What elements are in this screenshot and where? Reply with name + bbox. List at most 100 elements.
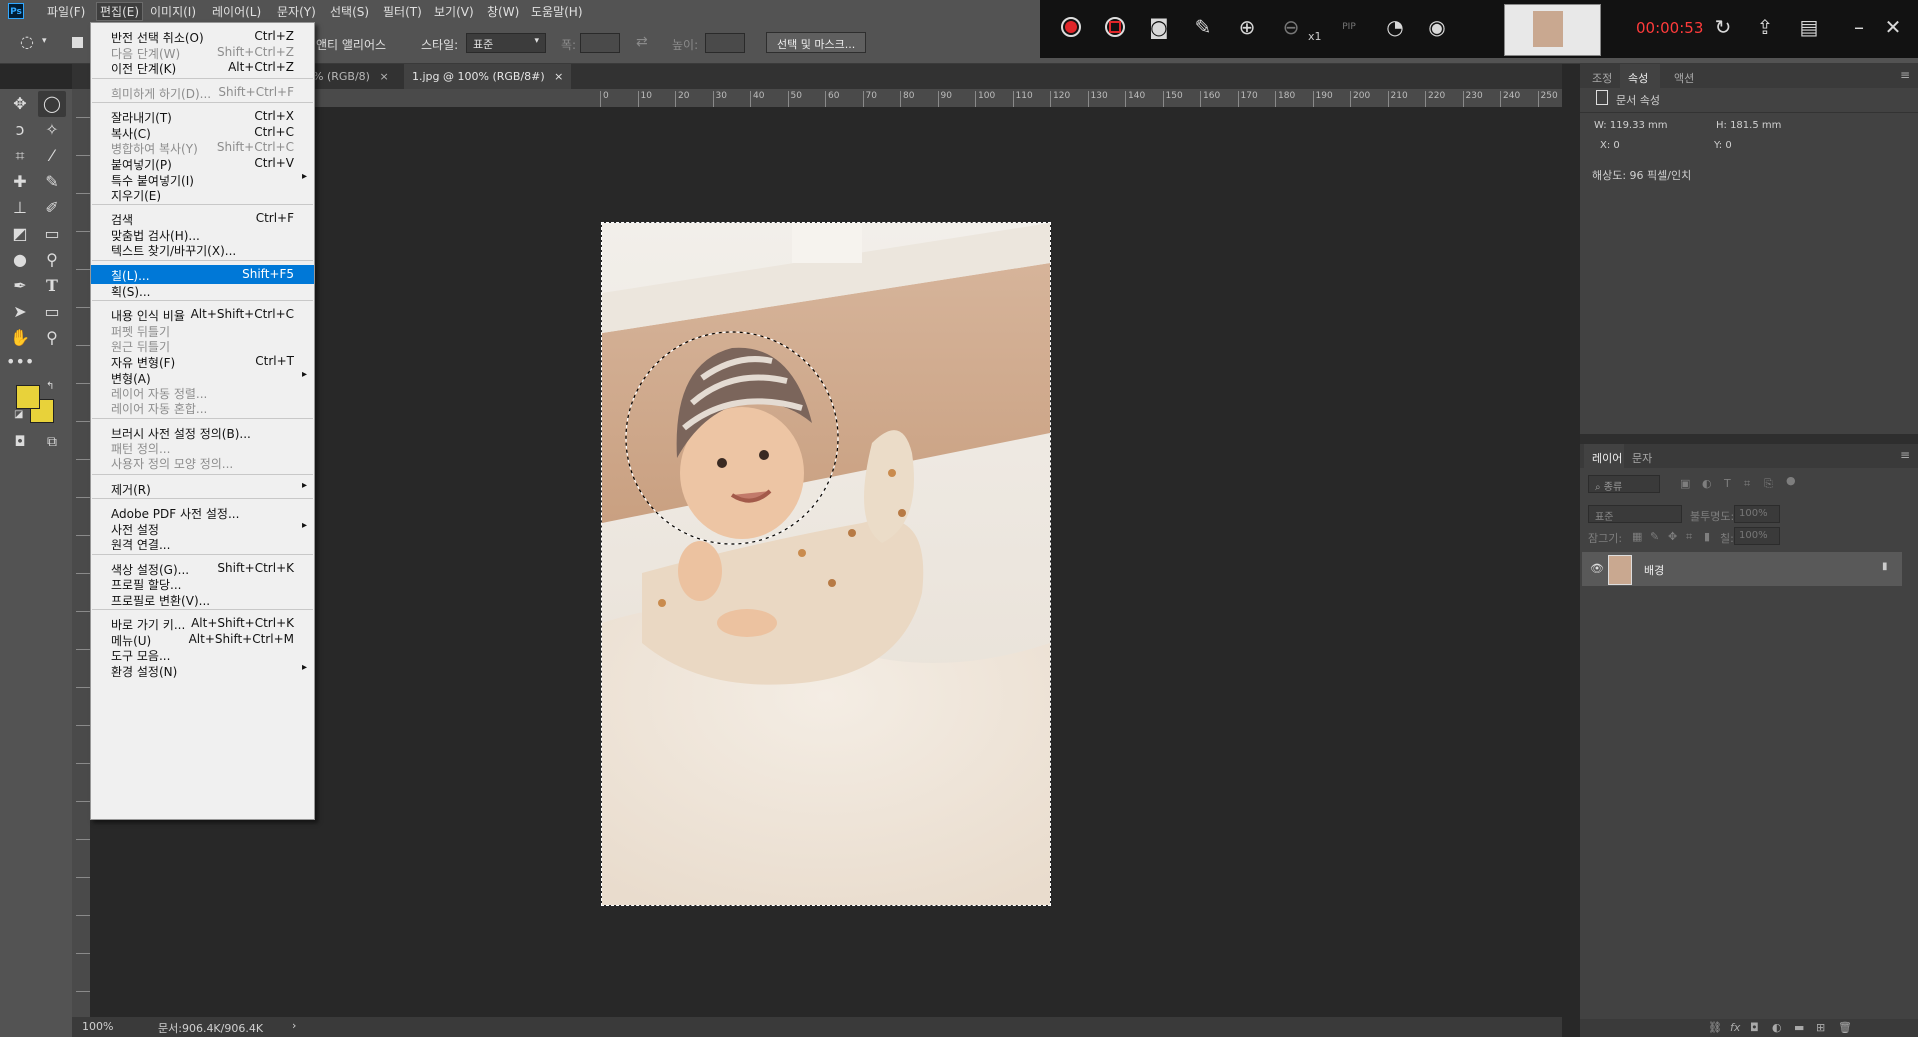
menu-file[interactable]: 파일(F)	[47, 3, 85, 20]
foreground-color-swatch[interactable]	[16, 385, 40, 409]
swap-colors-icon[interactable]: ↰	[46, 381, 54, 392]
lock-transparent-icon[interactable]: ▦	[1632, 530, 1642, 543]
y-value[interactable]: Y: 0	[1714, 140, 1732, 151]
edit-menu-item[interactable]: 환경 설정(N) ▸	[91, 661, 314, 680]
edit-menu-item[interactable]: 지우기(E)	[91, 185, 314, 204]
tab-adjustments[interactable]: 조정	[1592, 70, 1612, 86]
hand-tool-icon[interactable]: ✋	[6, 325, 34, 351]
export-icon[interactable]: ⇪	[1752, 14, 1778, 40]
filter-image-icon[interactable]: ▣	[1680, 477, 1690, 490]
tab-properties[interactable]: 속성	[1628, 70, 1648, 86]
document-image[interactable]	[601, 222, 1051, 906]
width-input[interactable]	[580, 33, 620, 53]
layer-name[interactable]: 배경	[1644, 562, 1664, 578]
filter-smart-object-icon[interactable]: ⎘	[1764, 477, 1773, 491]
edit-menu-item[interactable]: 레이어 자동 혼합...	[91, 398, 314, 417]
link-icon[interactable]: ⛓	[1708, 1021, 1722, 1034]
speaker-icon[interactable]	[1166, 32, 1192, 58]
panel-menu-icon[interactable]: ≡	[1900, 68, 1910, 82]
menu-image[interactable]: 이미지(I)	[150, 3, 196, 20]
edit-menu-item[interactable]: 제거(R) ▸	[91, 479, 314, 498]
crop-tool-icon[interactable]: ⌗	[6, 143, 34, 169]
filter-adjustment-icon[interactable]: ◐	[1702, 477, 1712, 490]
rectangle-tool-icon[interactable]: ▭	[38, 299, 66, 325]
width-value[interactable]: W: 119.33 mm	[1594, 120, 1668, 131]
lock-artboard-icon[interactable]: ⌗	[1686, 530, 1692, 544]
path-selection-tool-icon[interactable]: ➤	[6, 299, 34, 325]
gradient-tool-icon[interactable]: ▭	[38, 221, 66, 247]
menu-layer[interactable]: 레이어(L)	[212, 3, 261, 20]
zoom-tool-icon[interactable]: ⚲	[38, 325, 66, 351]
eye-icon[interactable]: 👁	[1590, 562, 1604, 575]
history-brush-tool-icon[interactable]: ✐	[38, 195, 66, 221]
layer-filter-select[interactable]: ⌕ 종류	[1588, 475, 1660, 493]
blend-mode-select[interactable]: 표준	[1588, 505, 1682, 523]
lock-image-icon[interactable]: ✎	[1650, 530, 1659, 543]
more-tools-icon[interactable]: •••	[6, 349, 34, 375]
eraser-tool-icon[interactable]: ◩	[6, 221, 34, 247]
x-value[interactable]: X: 0	[1600, 140, 1620, 151]
menu-view[interactable]: 보기(V)	[434, 3, 474, 20]
filter-shape-icon[interactable]: ⌗	[1744, 477, 1750, 491]
settings-icon[interactable]: ▤	[1796, 14, 1822, 40]
cursor-effect-icon[interactable]: ◉	[1424, 14, 1450, 40]
edit-menu-item[interactable]: 프로필로 변환(V)...	[91, 590, 314, 609]
panel-menu-icon[interactable]: ≡	[1900, 448, 1910, 462]
menu-select[interactable]: 선택(S)	[330, 3, 369, 20]
refresh-icon[interactable]: ↻	[1710, 14, 1736, 40]
type-tool-icon[interactable]: T	[38, 273, 66, 299]
edit-menu-item[interactable]: 획(S)...	[91, 281, 314, 300]
swap-icon[interactable]: ⇄	[636, 34, 648, 50]
default-colors-icon[interactable]: ◪	[14, 409, 23, 420]
adjustment-layer-icon[interactable]: ◐	[1772, 1021, 1782, 1034]
folder-icon[interactable]: ▬	[1794, 1021, 1804, 1034]
pen-tool-icon[interactable]: ✒	[6, 273, 34, 299]
screen-mode-icon[interactable]: ⧉	[38, 429, 66, 455]
zoom-out-icon[interactable]: ⊖	[1278, 14, 1304, 40]
filter-type-icon[interactable]: T	[1724, 477, 1731, 490]
close-icon[interactable]: ×	[554, 70, 563, 83]
fill-input[interactable]: 100%	[1734, 527, 1780, 545]
edit-menu-item[interactable]: 원격 연결...	[91, 534, 314, 553]
trash-icon[interactable]: 🗑	[1838, 1021, 1852, 1034]
antialias-checkbox-label[interactable]: 앤티 앨리어스	[316, 36, 386, 53]
new-layer-icon[interactable]: ⊞	[1816, 1021, 1825, 1034]
tab-actions[interactable]: 액션	[1674, 70, 1694, 86]
edit-menu-item[interactable]: 사용자 정의 모양 정의...	[91, 453, 314, 472]
height-input[interactable]	[705, 33, 745, 53]
height-value[interactable]: H: 181.5 mm	[1716, 120, 1781, 131]
menu-type[interactable]: 문자(Y)	[277, 3, 316, 20]
brush-tool-icon[interactable]: ✎	[38, 169, 66, 195]
fx-icon[interactable]: fx	[1730, 1021, 1740, 1034]
opacity-input[interactable]: 100%	[1734, 505, 1780, 523]
new-selection-icon[interactable]	[72, 37, 83, 48]
ellipse-marquee-icon[interactable]: ◌	[20, 32, 34, 51]
pen-icon[interactable]: ✎	[1190, 14, 1216, 40]
eyedropper-tool-icon[interactable]: ⁄	[38, 143, 66, 169]
quick-mask-icon[interactable]: ◘	[6, 429, 34, 455]
pip-icon[interactable]: PIP	[1336, 14, 1362, 40]
chevron-down-icon[interactable]: ▾	[42, 36, 47, 46]
lock-position-icon[interactable]: ✥	[1668, 530, 1677, 543]
magic-wand-tool-icon[interactable]: ✧	[38, 117, 66, 143]
ellipse-marquee-tool-icon[interactable]: ◯	[38, 91, 66, 117]
lock-all-icon[interactable]: ▮	[1704, 530, 1710, 543]
menu-window[interactable]: 창(W)	[487, 3, 519, 20]
menu-filter[interactable]: 필터(T)	[383, 3, 422, 20]
edit-menu-item[interactable]: 희미하게 하기(D)... Shift+Ctrl+F	[91, 83, 314, 102]
move-tool-icon[interactable]: ✥	[6, 91, 34, 117]
menu-help[interactable]: 도움말(H)	[531, 3, 583, 20]
style-select[interactable]: 표준 ▾	[466, 33, 546, 53]
edit-menu-item[interactable]: 텍스트 찾기/바꾸기(X)...	[91, 240, 314, 259]
healing-brush-tool-icon[interactable]: ✚	[6, 169, 34, 195]
tab-characters[interactable]: 문자	[1632, 450, 1652, 466]
close-icon[interactable]: ✕	[1880, 14, 1906, 40]
tab-document-2[interactable]: 1.jpg @ 100% (RGB/8#) ×	[404, 64, 572, 89]
clone-stamp-tool-icon[interactable]: ⊥	[6, 195, 34, 221]
zoom-in-icon[interactable]: ⊕	[1234, 14, 1260, 40]
select-and-mask-button[interactable]: 선택 및 마스크...	[766, 32, 867, 53]
menu-edit[interactable]: 편집(E)	[95, 2, 144, 21]
mask-icon[interactable]: ◘	[1750, 1021, 1759, 1034]
blur-tool-icon[interactable]: ●	[6, 247, 34, 273]
edit-menu-item[interactable]: 이전 단계(K) Alt+Ctrl+Z	[91, 58, 314, 77]
